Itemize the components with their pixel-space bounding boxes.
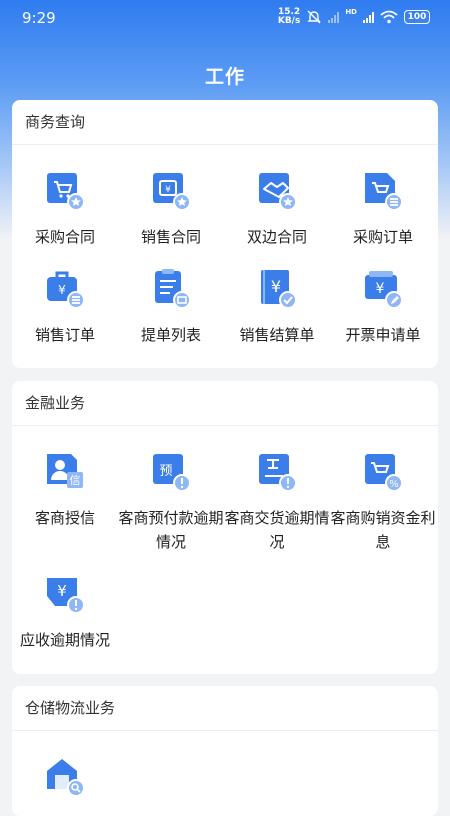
section-title: 商务查询 bbox=[12, 100, 438, 145]
status-time: 9:29 bbox=[22, 9, 56, 27]
prepay-alert-icon: 预 bbox=[153, 454, 191, 492]
menu-item-sales-settlement[interactable]: ¥ 销售结算单 bbox=[224, 267, 330, 347]
menu-item-label: 销售合同 bbox=[140, 228, 201, 246]
menu-item-label: 销售订单 bbox=[34, 326, 95, 344]
yen-bag-list-icon: ¥ bbox=[47, 271, 85, 309]
menu-item-label: 开票申请单 bbox=[345, 326, 421, 344]
menu-item-funds-interest[interactable]: % 客商购销资金利息 bbox=[330, 450, 436, 554]
svg-text:¥: ¥ bbox=[165, 185, 171, 195]
menu-item-delivery-overdue[interactable]: 客商交货逾期情况 bbox=[224, 450, 330, 554]
menu-item-label: 提单列表 bbox=[140, 326, 201, 344]
cart-list-icon bbox=[365, 173, 403, 211]
svg-text:¥: ¥ bbox=[271, 277, 281, 296]
svg-text:¥: ¥ bbox=[57, 582, 67, 600]
menu-item-label: 销售结算单 bbox=[239, 326, 315, 344]
section-finance-business: 金融业务 信 客商授信 预 客商预付款逾期情况 客商交货逾期情况 % 客商购销资… bbox=[12, 381, 438, 674]
menu-item-label: 采购合同 bbox=[34, 228, 95, 246]
menu-item-label: 双边合同 bbox=[246, 228, 307, 246]
menu-item-bilateral-contract[interactable]: 双边合同 bbox=[224, 169, 330, 249]
yen-bag-star-icon: ¥ bbox=[153, 173, 191, 211]
net-speed-unit: KB/s bbox=[277, 16, 301, 26]
menu-item-label: 客商授信 bbox=[34, 509, 95, 527]
svg-text:%: % bbox=[389, 479, 399, 490]
menu-item-warehouse[interactable] bbox=[12, 755, 118, 811]
section-title: 仓储物流业务 bbox=[12, 686, 438, 731]
yen-ticket-edit-icon: ¥ bbox=[365, 271, 403, 309]
menu-item-label: 采购订单 bbox=[352, 228, 413, 246]
section-warehouse-logistics: 仓储物流业务 bbox=[12, 686, 438, 816]
net-speed: 15.2 KB/s bbox=[278, 8, 300, 26]
wifi-icon bbox=[380, 10, 398, 24]
menu-item-label: 客商交货逾期情况 bbox=[224, 509, 330, 551]
cart-percent-icon: % bbox=[365, 454, 403, 492]
menu-item-customer-credit[interactable]: 信 客商授信 bbox=[12, 450, 118, 530]
menu-item-invoice-application[interactable]: ¥ 开票申请单 bbox=[330, 267, 436, 347]
section-business-query: 商务查询 采购合同 ¥ 销售合同 双边合同 采购订单 ¥ 销售订单 提单列表 ¥… bbox=[12, 100, 438, 368]
menu-item-bill-of-lading-list[interactable]: 提单列表 bbox=[118, 267, 224, 347]
section-title: 金融业务 bbox=[12, 381, 438, 426]
status-bar: 9:29 15.2 KB/s HD 100 bbox=[0, 0, 450, 36]
svg-text:预: 预 bbox=[159, 464, 172, 479]
status-icons: 15.2 KB/s HD 100 bbox=[278, 8, 430, 26]
yen-notebook-check-icon: ¥ bbox=[261, 270, 297, 309]
menu-item-purchase-order[interactable]: 采购订单 bbox=[330, 169, 436, 249]
svg-text:¥: ¥ bbox=[58, 283, 66, 297]
bell-muted-icon bbox=[307, 10, 322, 24]
menu-item-sales-contract[interactable]: ¥ 销售合同 bbox=[118, 169, 224, 249]
warehouse-search-icon bbox=[47, 759, 85, 797]
yen-hand-alert-icon: ¥ bbox=[47, 578, 85, 614]
handshake-star-icon bbox=[259, 173, 297, 211]
menu-item-receivable-overdue[interactable]: ¥ 应收逾期情况 bbox=[12, 572, 118, 652]
menu-item-sales-order[interactable]: ¥ 销售订单 bbox=[12, 267, 118, 347]
hd-badge: HD bbox=[345, 8, 357, 16]
menu-item-label: 客商购销资金利息 bbox=[330, 509, 436, 551]
person-credit-icon: 信 bbox=[47, 454, 83, 488]
battery-icon: 100 bbox=[404, 10, 430, 24]
delivery-alert-icon bbox=[259, 454, 297, 492]
cart-star-icon bbox=[47, 173, 85, 211]
menu-item-purchase-contract[interactable]: 采购合同 bbox=[12, 169, 118, 249]
signal-icon-2 bbox=[363, 11, 374, 23]
menu-item-label: 客商预付款逾期情况 bbox=[118, 509, 224, 551]
signal-icon bbox=[328, 11, 340, 23]
svg-text:信: 信 bbox=[70, 474, 81, 487]
menu-item-label: 应收逾期情况 bbox=[19, 631, 110, 649]
svg-text:¥: ¥ bbox=[376, 281, 385, 297]
document-list-icon bbox=[155, 269, 191, 309]
page-title: 工作 bbox=[204, 66, 245, 88]
menu-item-prepayment-overdue[interactable]: 预 客商预付款逾期情况 bbox=[118, 450, 224, 554]
